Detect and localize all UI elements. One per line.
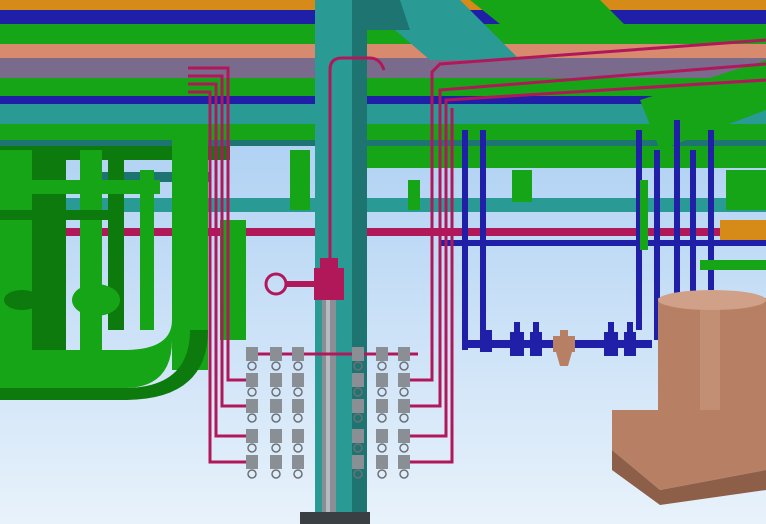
piping-model-scene	[0, 0, 766, 524]
gate-valve	[480, 330, 492, 352]
instrument-standpipe	[322, 290, 336, 512]
piping-render	[0, 0, 766, 524]
